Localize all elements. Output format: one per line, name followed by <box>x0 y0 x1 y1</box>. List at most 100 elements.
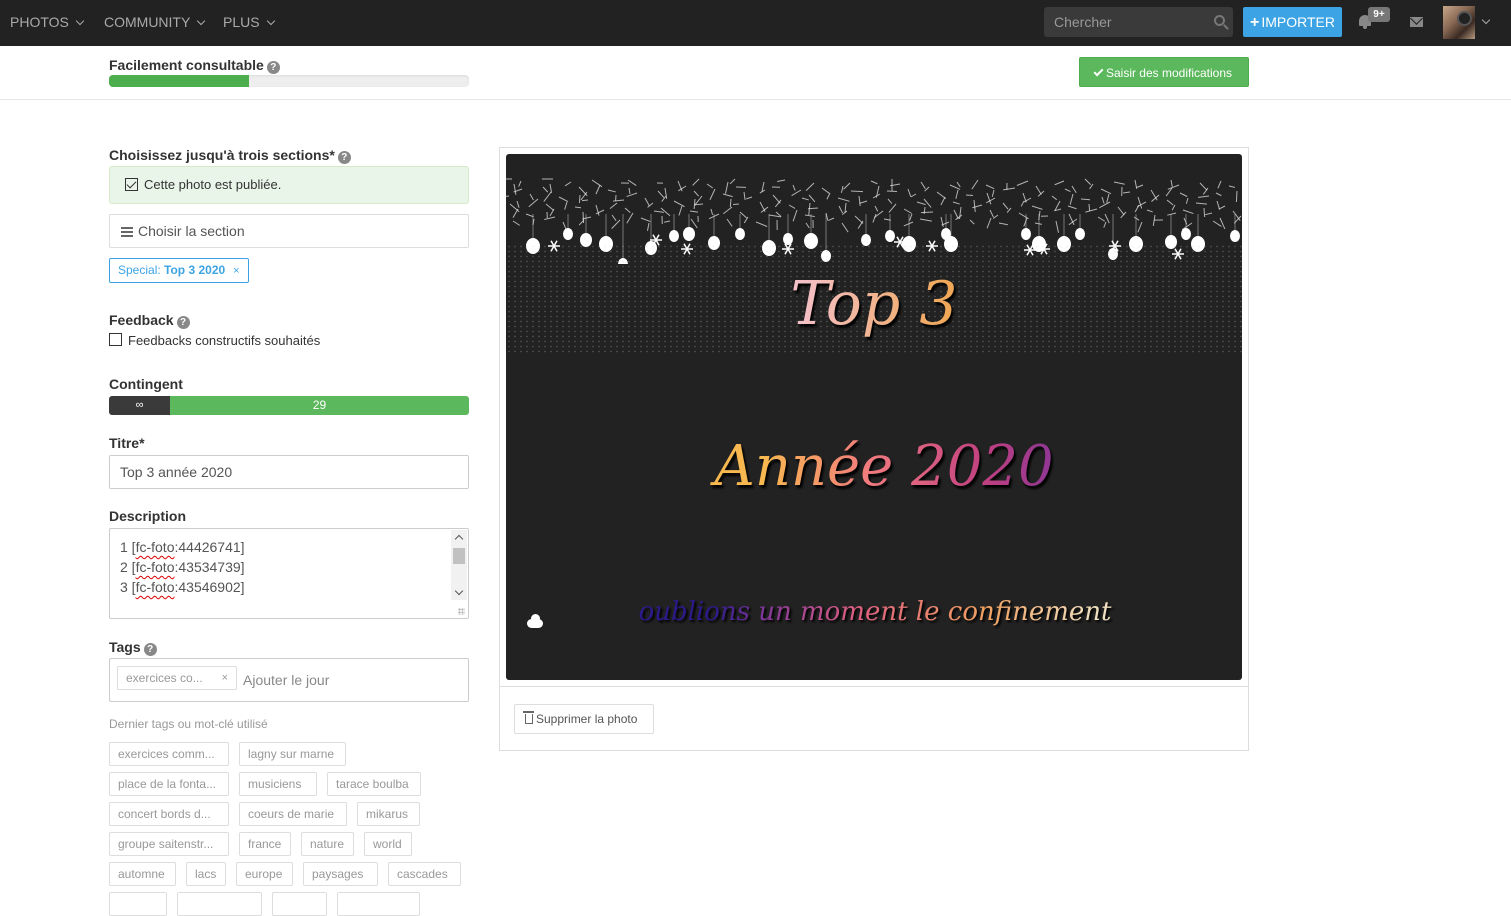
plus-icon: + <box>1250 14 1259 31</box>
messages-envelope-icon[interactable] <box>1410 17 1423 27</box>
recent-tag[interactable] <box>109 892 167 916</box>
recent-tag[interactable]: nature <box>301 832 354 856</box>
published-text: Cette photo est publiée. <box>144 177 281 192</box>
sections-heading: Choisissez jusqu'à trois sections*? <box>109 147 351 164</box>
recent-tag[interactable]: france <box>239 832 291 856</box>
recent-tag[interactable]: coeurs de marie <box>239 802 347 826</box>
resize-grip-icon[interactable] <box>458 608 465 615</box>
save-label: Saisir des modifications <box>1106 66 1232 80</box>
photo-panel: Top 3 Année 2020 oublions un moment le c… <box>499 147 1249 751</box>
notifications-badge: 9+ <box>1368 7 1390 22</box>
description-textarea[interactable]: 1 [fc-foto:44426741]2 [fc-foto:43534739]… <box>109 528 469 619</box>
recent-tag[interactable]: concert bords d... <box>109 802 229 826</box>
photo-text-year: Année 2020 <box>506 434 1242 499</box>
spellcheck-word: fc-foto <box>136 579 175 595</box>
recent-tag[interactable] <box>337 892 420 916</box>
photo-text-top3: Top 3 <box>506 269 1242 339</box>
contingent-value: 29 <box>170 396 469 415</box>
selected-section-tag: Special: Top 3 2020× <box>109 258 249 283</box>
feedback-checkbox[interactable] <box>109 333 122 346</box>
scroll-up-icon[interactable] <box>455 535 463 543</box>
recent-tag[interactable]: groupe saitenstr... <box>109 832 229 856</box>
spellcheck-word: fc-foto <box>136 559 175 575</box>
recent-tag[interactable] <box>272 892 327 916</box>
photo-preview: Top 3 Année 2020 oublions un moment le c… <box>506 154 1242 680</box>
user-avatar[interactable] <box>1443 6 1475 39</box>
trash-icon <box>525 714 533 724</box>
save-changes-button[interactable]: Saisir des modifications <box>1079 57 1249 87</box>
recent-tag[interactable]: cascades <box>388 862 461 886</box>
recent-tag[interactable]: musiciens <box>239 772 317 796</box>
recent-tag[interactable]: lacs <box>186 862 226 886</box>
help-icon[interactable]: ? <box>267 61 280 74</box>
contingent-bar: ∞ 29 <box>109 396 469 415</box>
recent-tags-label: Dernier tags ou mot-clé utilisé <box>109 717 268 731</box>
section-name: Top 3 2020 <box>164 263 225 277</box>
recent-tag[interactable]: exercices comm... <box>109 742 229 766</box>
check-icon <box>1094 67 1104 77</box>
textarea-scrollbar[interactable] <box>451 530 467 600</box>
remove-tag-icon[interactable]: × <box>222 667 228 689</box>
user-menu-chevron-icon[interactable] <box>1482 16 1490 24</box>
recent-tag[interactable]: mikarus <box>357 802 420 826</box>
quality-progress-bar <box>109 75 469 87</box>
description-line: 3 [fc-foto:43546902] <box>120 577 458 597</box>
delete-label: Supprimer la photo <box>536 712 637 726</box>
scroll-thumb[interactable] <box>453 548 465 564</box>
recent-tag[interactable] <box>177 892 262 916</box>
quality-progress-fill <box>109 75 249 87</box>
recent-tag[interactable]: paysages <box>303 862 378 886</box>
edit-subheader: Facilement consultable? Saisir des modif… <box>0 46 1511 100</box>
search-icon[interactable] <box>1214 15 1225 26</box>
sections-label: Choisissez jusqu'à trois sections* <box>109 147 335 163</box>
recent-tag[interactable]: tarace boulba <box>327 772 421 796</box>
tags-input[interactable] <box>243 669 453 691</box>
chevron-down-icon <box>197 17 205 25</box>
recent-tag[interactable]: europe <box>236 862 293 886</box>
tag-chip: exercices co...× <box>117 666 237 690</box>
tags-label: Tags <box>109 639 141 655</box>
help-icon[interactable]: ? <box>144 643 157 656</box>
nav-plus-label: PLUS <box>223 14 260 30</box>
remove-section-icon[interactable]: × <box>233 265 239 277</box>
tags-field: exercices co...× <box>109 658 469 702</box>
nav-photos[interactable]: PHOTOS <box>10 0 83 46</box>
nav-community-label: COMMUNITY <box>104 14 190 30</box>
recent-tag[interactable]: automne <box>109 862 176 886</box>
description-label: Description <box>109 508 186 524</box>
nav-plus[interactable]: PLUS <box>223 0 274 46</box>
chevron-down-icon <box>76 17 84 25</box>
published-notice: Cette photo est publiée. <box>109 166 469 204</box>
delete-photo-button[interactable]: Supprimer la photo <box>514 704 654 734</box>
scroll-down-icon[interactable] <box>455 587 463 595</box>
description-line: 1 [fc-foto:44426741] <box>120 537 458 557</box>
help-icon[interactable]: ? <box>177 316 190 329</box>
line-id: :43534739] <box>174 559 244 575</box>
import-label: IMPORTER <box>1261 14 1335 30</box>
nav-community[interactable]: COMMUNITY <box>104 0 204 46</box>
help-icon[interactable]: ? <box>338 151 351 164</box>
feedback-checkbox-label[interactable]: Feedbacks constructifs souhaités <box>128 333 320 348</box>
cloud-icon[interactable] <box>527 619 543 628</box>
quality-label: Facilement consultable <box>109 57 264 73</box>
feedback-heading: Feedback? <box>109 312 190 329</box>
nav-photos-label: PHOTOS <box>10 14 69 30</box>
feedback-option: Feedbacks constructifs souhaités <box>109 333 320 348</box>
title-input[interactable] <box>109 455 469 489</box>
recent-tag[interactable]: place de la fonta... <box>109 772 229 796</box>
quality-heading: Facilement consultable? <box>109 57 280 74</box>
import-button[interactable]: +IMPORTER <box>1243 7 1342 37</box>
search-input[interactable] <box>1044 7 1204 37</box>
recent-tag[interactable]: world <box>364 832 412 856</box>
recent-tag[interactable]: lagny sur marne <box>239 742 346 766</box>
line-id: :43546902] <box>174 579 244 595</box>
spellcheck-word: fc-foto <box>136 539 175 555</box>
contingent-label: Contingent <box>109 376 183 392</box>
description-line: 2 [fc-foto:43534739] <box>120 557 458 577</box>
choose-section-select[interactable]: Choisir la section <box>109 214 469 248</box>
line-prefix: 1 [ <box>120 539 136 555</box>
top-navbar: PHOTOS COMMUNITY PLUS +IMPORTER 9+ <box>0 0 1511 46</box>
line-prefix: 2 [ <box>120 559 136 575</box>
contingent-unlimited: ∞ <box>109 396 170 415</box>
checked-checkbox-icon <box>125 178 138 191</box>
